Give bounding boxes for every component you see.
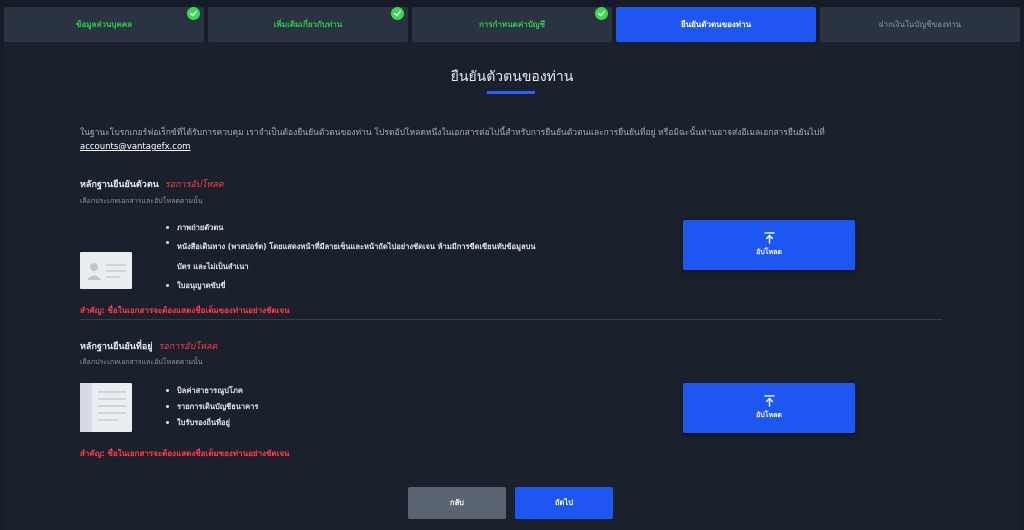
upload-label: อัปโหลด	[756, 248, 782, 256]
upload-label: อัปโหลด	[756, 411, 782, 419]
address-warning: สำคัญ: ชื่อในเอกสารจะต้องแสดงชื่อเต็มของ…	[80, 449, 290, 458]
address-section-title: หลักฐานยืนยันที่อยู่ รอการอัปโหลด	[80, 339, 217, 353]
step-label: ยืนยันตัวตนของท่าน	[680, 20, 752, 29]
intro-paragraph: ในฐานะโบรกเกอร์ฟอเร็กซ์ที่ได้รับการควบคุ…	[80, 128, 825, 138]
step-account-config[interactable]: การกำหนดค่าบัญชี	[412, 7, 612, 42]
list-item: หนังสือเดินทาง (พาสปอร์ต) โดยแสดงหน้าที่…	[166, 237, 546, 277]
check-circle-icon	[391, 7, 404, 20]
back-button[interactable]: กลับ	[408, 487, 506, 519]
step-label: การกำหนดค่าบัญชี	[478, 20, 546, 29]
identity-document-list: ภาพถ่ายตัวตน หนังสือเดินทาง (พาสปอร์ต) โ…	[166, 222, 546, 299]
identity-section-title: หลักฐานยืนยันตัวตน รอการอัปโหลด	[80, 177, 224, 191]
document-icon	[80, 383, 132, 436]
intro-text: ในฐานะโบรกเกอร์ฟอเร็กซ์ที่ได้รับการควบคุ…	[80, 126, 880, 154]
next-button[interactable]: ถัดไป	[515, 487, 613, 519]
list-item: ใบอนุญาตขับขี่	[166, 280, 546, 292]
identity-warning: สำคัญ: ชื่อในเอกสารจะต้องแสดงชื่อเต็มของ…	[80, 306, 290, 315]
list-item: ภาพถ่ายตัวตน	[166, 222, 546, 234]
list-item: รายการเดินบัญชีธนาคาร	[166, 401, 466, 413]
upload-arrow-icon	[763, 232, 775, 244]
upload-arrow-icon	[763, 395, 775, 407]
identity-status: รอการอัปโหลด	[164, 180, 224, 190]
step-personal-info[interactable]: ข้อมูลส่วนบุคคล	[4, 7, 204, 42]
address-document-list: บิลค่าสาธารณูปโภค รายการเดินบัญชีธนาคาร …	[166, 385, 466, 433]
check-circle-icon	[595, 7, 608, 20]
id-card-icon	[80, 252, 132, 293]
title-underline	[487, 91, 535, 94]
registration-steps: ข้อมูลส่วนบุคคล เพิ่มเติมเกี่ยวกับท่าน ก…	[4, 7, 1020, 42]
identity-title: หลักฐานยืนยันตัวตน	[80, 180, 159, 190]
step-deposit[interactable]: ฝากเงินในบัญชีของท่าน	[820, 7, 1020, 42]
page-title: ยืนยันตัวตนของท่าน	[450, 69, 574, 85]
address-title: หลักฐานยืนยันที่อยู่	[80, 342, 153, 352]
step-label: ข้อมูลส่วนบุคคล	[76, 20, 132, 29]
identity-subtitle: เลือกประเภทเอกสารและอัปโหลดตามนั้น	[80, 197, 203, 205]
address-upload-button[interactable]: อัปโหลด	[683, 383, 855, 433]
section-divider	[80, 319, 942, 320]
step-label: ฝากเงินในบัญชีของท่าน	[878, 20, 962, 29]
support-email-link[interactable]: accounts@vantagefx.com	[80, 142, 190, 152]
step-label: เพิ่มเติมเกี่ยวกับท่าน	[273, 20, 343, 29]
check-circle-icon	[187, 7, 200, 20]
step-about-you[interactable]: เพิ่มเติมเกี่ยวกับท่าน	[208, 7, 408, 42]
step-verify-identity[interactable]: ยืนยันตัวตนของท่าน	[616, 7, 816, 42]
address-status: รอการอัปโหลด	[158, 342, 218, 352]
identity-upload-button[interactable]: อัปโหลด	[683, 220, 855, 270]
list-item: ใบรับรองถิ่นที่อยู่	[166, 417, 466, 429]
address-subtitle: เลือกประเภทเอกสารและอัปโหลดตามนั้น	[80, 358, 203, 366]
list-item: บิลค่าสาธารณูปโภค	[166, 385, 466, 397]
